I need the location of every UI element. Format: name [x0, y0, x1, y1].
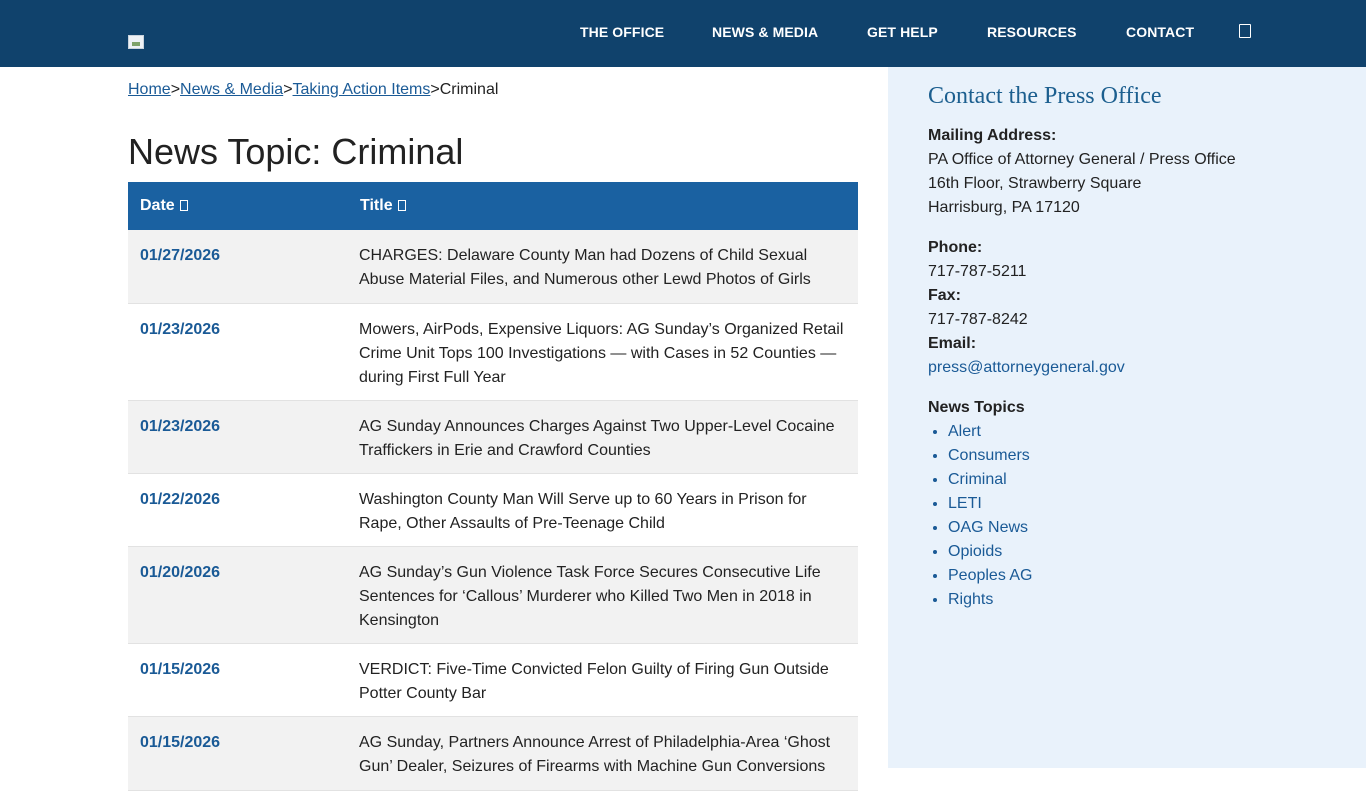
fax-value: 717-787-8242 — [928, 311, 1028, 328]
topic-peoples-ag[interactable]: Peoples AG — [948, 564, 1033, 588]
nav-contact[interactable]: CONTACT — [1126, 24, 1194, 40]
row-date[interactable]: 01/15/2026 — [140, 734, 220, 752]
row-date[interactable]: 01/23/2026 — [140, 418, 220, 436]
sort-icon[interactable] — [397, 200, 406, 211]
topic-opioids[interactable]: Opioids — [948, 540, 1033, 564]
topic-consumers[interactable]: Consumers — [948, 444, 1033, 468]
row-date[interactable]: 01/15/2026 — [140, 661, 220, 679]
email-link[interactable]: press@attorneygeneral.gov — [928, 356, 1125, 380]
table-header: Date Title — [128, 182, 858, 230]
row-title[interactable]: CHARGES: Delaware County Man had Dozens … — [359, 244, 849, 292]
phone-label: Phone: — [928, 239, 983, 256]
mailing-address-block: Mailing Address: PA Office of Attorney G… — [928, 124, 1236, 220]
breadcrumb-news-media[interactable]: News & Media — [180, 81, 283, 98]
row-date[interactable]: 01/22/2026 — [140, 491, 220, 509]
row-title[interactable]: AG Sunday’s Gun Violence Task Force Secu… — [359, 561, 849, 633]
breadcrumb-separator: > — [170, 81, 181, 98]
row-date[interactable]: 01/27/2026 — [140, 247, 220, 265]
topic-leti[interactable]: LETI — [948, 492, 1033, 516]
row-date[interactable]: 01/20/2026 — [140, 564, 220, 582]
row-title[interactable]: Washington County Man Will Serve up to 6… — [359, 488, 849, 536]
title-header-label: Title — [360, 197, 393, 214]
sort-icon[interactable] — [179, 200, 188, 211]
page-title: News Topic: Criminal — [128, 131, 464, 172]
table-row: 01/15/2026 AG Sunday, Partners Announce … — [128, 717, 858, 791]
topic-oag-news[interactable]: OAG News — [948, 516, 1033, 540]
title-column-header[interactable]: Title — [360, 197, 406, 215]
news-topics-label: News Topics — [928, 399, 1025, 416]
main-content: Home>News & Media>Taking Action Items>Cr… — [0, 67, 888, 791]
sidebar-title: Contact the Press Office — [928, 83, 1162, 109]
table-row: 01/23/2026 AG Sunday Announces Charges A… — [128, 401, 858, 474]
breadcrumb: Home>News & Media>Taking Action Items>Cr… — [128, 81, 498, 99]
mailing-address-line: Harrisburg, PA 17120 — [928, 199, 1080, 216]
row-title[interactable]: Mowers, AirPods, Expensive Liquors: AG S… — [359, 318, 849, 390]
table-row: 01/15/2026 VERDICT: Five-Time Convicted … — [128, 644, 858, 717]
breadcrumb-separator: > — [283, 81, 293, 98]
press-office-sidebar: Contact the Press Office Mailing Address… — [888, 67, 1366, 768]
breadcrumb-separator: > — [430, 81, 440, 98]
search-icon[interactable] — [1239, 24, 1251, 38]
mailing-address-line: PA Office of Attorney General / Press Of… — [928, 151, 1236, 168]
nav-news-media[interactable]: NEWS & MEDIA — [712, 24, 818, 40]
table-row: 01/22/2026 Washington County Man Will Se… — [128, 474, 858, 547]
news-topics-list: Alert Consumers Criminal LETI OAG News O… — [948, 420, 1033, 612]
breadcrumb-current: Criminal — [439, 81, 499, 98]
date-header-label: Date — [140, 197, 175, 214]
row-title[interactable]: AG Sunday Announces Charges Against Two … — [359, 415, 849, 463]
mailing-address-line: 16th Floor, Strawberry Square — [928, 175, 1142, 192]
date-column-header[interactable]: Date — [140, 197, 188, 215]
phone-value: 717-787-5211 — [928, 263, 1027, 280]
table-row: 01/23/2026 Mowers, AirPods, Expensive Li… — [128, 304, 858, 401]
news-table: Date Title 01/27/2026 CHARGES: Delaware … — [128, 182, 858, 791]
table-row: 01/27/2026 CHARGES: Delaware County Man … — [128, 230, 858, 304]
nav-the-office[interactable]: THE OFFICE — [580, 24, 664, 40]
topic-alert[interactable]: Alert — [948, 420, 1033, 444]
row-date[interactable]: 01/23/2026 — [140, 321, 220, 339]
nav-resources[interactable]: RESOURCES — [987, 24, 1077, 40]
row-title[interactable]: AG Sunday, Partners Announce Arrest of P… — [359, 731, 849, 779]
topic-rights[interactable]: Rights — [948, 588, 1033, 612]
nav-get-help[interactable]: GET HELP — [867, 24, 938, 40]
email-label: Email: — [928, 335, 977, 352]
contact-numbers-block: Phone: 717-787-5211 Fax: 717-787-8242 Em… — [928, 236, 1125, 380]
top-navigation-bar: THE OFFICE NEWS & MEDIA GET HELP RESOURC… — [0, 0, 1366, 67]
breadcrumb-home[interactable]: Home — [128, 81, 171, 98]
breadcrumb-taking-action[interactable]: Taking Action Items — [293, 81, 431, 98]
main-nav: THE OFFICE NEWS & MEDIA GET HELP RESOURC… — [0, 0, 1366, 67]
row-title[interactable]: VERDICT: Five-Time Convicted Felon Guilt… — [359, 658, 849, 706]
topic-criminal[interactable]: Criminal — [948, 468, 1033, 492]
mailing-address-label: Mailing Address: — [928, 127, 1057, 144]
fax-label: Fax: — [928, 287, 961, 304]
table-row: 01/20/2026 AG Sunday’s Gun Violence Task… — [128, 547, 858, 644]
